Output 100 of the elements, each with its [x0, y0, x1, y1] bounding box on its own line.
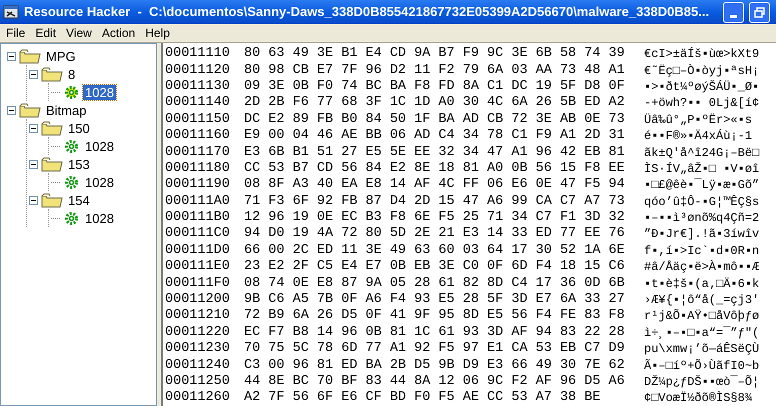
ascii-text: ì÷¸▪–▪□▪a“=¯”ƒ"( [644, 324, 760, 341]
ascii-text: DŽ¼p¿ƒDŠ▪▪œò¯–Õ¦ [644, 374, 760, 390]
menu-item[interactable]: View [62, 24, 96, 42]
hex-bytes: 80 63 49 3E B1 E4 CD 9A B7 F9 9C 3E 6B 58 74 39 [244, 46, 626, 62]
hex-bytes: 70 75 5C 78 6D 77 A1 92 F5 97 E1 CA 53 EB C7 D9 [244, 341, 626, 358]
hex-bytes: 44 8E BC 70 BF 83 44 8A 12 06 9C F2 AF 96 D5 A6 [244, 374, 626, 390]
hex-bytes: 12 96 19 0E EC B3 F8 6E F5 25 71 34 C7 F1 3D 32 [244, 210, 626, 226]
ascii-text: é▪▪F®»▪Ä4xÁù¡-1 [644, 128, 752, 144]
ascii-text: r¹j&Õ▪AŸ•□åVôþƒø [644, 308, 760, 324]
tree-item[interactable]: 8 [66, 66, 78, 82]
gear-icon [63, 174, 80, 190]
tree-item[interactable]: 150 [66, 120, 92, 136]
ascii-text: ÌS·ÍV„âŽ▪□ ▪V▪øî [644, 160, 760, 177]
hex-bytes: EC F7 B8 14 96 0B 81 1C 61 93 3D AF 94 83 22 28 [244, 324, 626, 341]
tree-item[interactable]: 1028 [83, 138, 116, 154]
ascii-text: ▪t▪è‡š▪(a‚□Ä▪6▪k [644, 276, 760, 292]
ascii-text: f▪,í▪>Ic`▪d▪0R▪n [644, 242, 760, 259]
ascii-text: ãk±Q'å^î24G¡–Bë□ [644, 144, 760, 161]
hex-bytes: DC E2 89 FB B0 84 50 1F BA AD CB 72 3E AB 0E 73 [244, 112, 626, 128]
offset-text: 00011210 [165, 308, 231, 324]
menu-item[interactable]: Edit [31, 24, 60, 42]
maximize-button[interactable] [749, 2, 770, 22]
folder-icon [41, 156, 63, 172]
offset-text: 000111C0 [165, 226, 231, 242]
ascii-text: €˜Ëç□–Ò▪òyj▪ªsH¡ [644, 62, 760, 79]
hex-bytes: C3 00 96 81 ED BA 2B D5 9B D9 E3 66 49 30 7E 62 [244, 358, 626, 374]
offset-text: 00011160 [165, 128, 231, 144]
hex-bytes: 08 8F A3 40 EA E8 14 AF 4C FF 06 E6 0E 47 F5 94 [244, 177, 626, 194]
tree-item[interactable]: 1028 [83, 84, 116, 100]
collapse-icon[interactable] [29, 70, 38, 78]
hex-bytes: 23 E2 2F C5 E4 E7 0B EB 3E C0 0F 6D F4 18 15 C6 [244, 259, 626, 276]
offset-text: 00011190 [165, 177, 231, 194]
menu-item[interactable]: File [2, 24, 30, 42]
restore-icon [754, 6, 765, 18]
gear-icon [63, 138, 80, 154]
menu-item[interactable]: Action [98, 24, 140, 42]
ascii-text: qóo’û‡Ô-▪G¦™ÊÇ§s [644, 194, 760, 210]
offset-text: 00011200 [165, 292, 231, 308]
folder-icon [41, 66, 63, 82]
hex-bytes: 72 B9 6A 26 D5 0F 41 9F 95 8D E5 56 F4 FE 83 F8 [244, 308, 626, 324]
minimize-button[interactable] [723, 2, 744, 22]
ascii-text: ”Ð▪Jr€].!ã▪3íwîv [644, 226, 760, 242]
offset-text: 00011130 [165, 78, 231, 95]
ascii-text: Ã▪–□íº+Õ›ÙãfI0~b [644, 358, 760, 374]
gear-icon [63, 210, 80, 226]
ascii-text: pu\xmw¡’õ—áÊSëÇÙ [644, 341, 760, 358]
collapse-icon[interactable] [7, 106, 16, 114]
app-icon [3, 4, 19, 20]
collapse-icon[interactable] [7, 52, 16, 60]
tree-item[interactable]: Bitmap [44, 102, 88, 118]
collapse-icon[interactable] [29, 124, 38, 132]
hex-bytes: E9 00 04 46 AE BB 06 AD C4 34 78 C1 F9 A1 2D 31 [244, 128, 626, 144]
offset-text: 00011220 [165, 324, 231, 341]
window-title: Resource Hacker - C:\documentos\Sanny-Daws_338D0B855421867732E05399A2D56670\malware_338D0B85... [24, 3, 710, 22]
tree-item[interactable]: 154 [66, 192, 92, 208]
ascii-text: Üâ‰û°„P▪ºËr>«▪s [644, 112, 752, 128]
folder-icon [19, 48, 41, 64]
folder-icon [19, 102, 41, 118]
menu-item[interactable]: Help [141, 24, 174, 42]
offset-text: 00011230 [165, 341, 231, 358]
hex-bytes: 94 D0 19 4A 72 80 5D 2E 21 E3 14 33 ED 77 EE 76 [244, 226, 626, 242]
collapse-icon[interactable] [29, 196, 38, 204]
hex-bytes: 08 74 0E E8 87 9A 05 28 61 82 8D C4 17 36 0D 6B [244, 276, 626, 292]
hex-bytes: CC 53 B7 CD 56 84 E2 8E 18 81 A0 0B 56 15 F8 EE [244, 160, 626, 177]
hex-bytes: 71 F3 6F 92 FB 87 D4 2D 15 47 A6 99 CA C7 A7 73 [244, 194, 626, 210]
hex-bytes: 80 98 CB E7 7F 96 D2 11 F2 79 6A 03 AA 73 48 A1 [244, 62, 626, 79]
ascii-text: ¢□VoæÏ½ðõ®ÌS§8¾ [644, 390, 752, 406]
ascii-text: €cI>±äÍš▪ùœ>kXt9 [644, 46, 760, 62]
ascii-text: ▪□£@êè▪¯Lÿ▪æ▪Gõ” [644, 177, 760, 194]
folder-icon [41, 192, 63, 208]
offset-text: 00011170 [165, 144, 231, 161]
tree-item[interactable]: 1028 [83, 210, 116, 226]
gear-icon [63, 84, 80, 100]
hex-bytes: 66 00 2C ED 11 3E 49 63 60 03 64 17 30 52 1A 6E [244, 242, 626, 259]
hex-bytes: 09 3E 0B F0 74 BC BA F8 FD 8A C1 DC 19 5F D8 0F [244, 78, 626, 95]
ascii-text: ›Æ¥{▪¦ô“å(_=çj3' [644, 292, 760, 308]
offset-text: 00011250 [165, 374, 231, 390]
offset-text: 00011240 [165, 358, 231, 374]
tree-item[interactable]: 1028 [83, 174, 116, 190]
hex-bytes: E3 6B B1 51 27 E5 5E EE 32 34 47 A1 96 42 EB 81 [244, 144, 626, 161]
offset-text: 00011150 [165, 112, 231, 128]
ascii-text: ▪–▪▪ì³ønõ%q4Çñ=2 [644, 210, 760, 226]
offset-text: 000111F0 [165, 276, 231, 292]
ascii-text: ▪>▪ðt¼ºøýŠÁÜ▪_Ø▪ [644, 78, 760, 95]
hex-bytes: A2 7F 56 6F E6 CF BD F0 F5 AE CC 53 A7 38 BE [244, 390, 602, 406]
ascii-text: #â/Åäç▪ë>À▪mô▪▪Æ [644, 259, 760, 276]
tree-item[interactable]: 153 [66, 156, 92, 172]
offset-text: 000111A0 [165, 194, 231, 210]
ascii-text: -+öwh?▪▪ 0Lj&[í¢ [644, 95, 760, 112]
folder-icon [41, 120, 63, 136]
offset-text: 00011120 [165, 62, 231, 79]
offset-text: 00011180 [165, 160, 231, 177]
offset-text: 000111D0 [165, 242, 231, 259]
collapse-icon[interactable] [29, 160, 38, 168]
tree-item[interactable]: MPG [44, 48, 78, 64]
hex-bytes: 9B C6 A5 7B 0F A6 F4 93 E5 28 5F 3D E7 6A 33 27 [244, 292, 626, 308]
offset-text: 00011110 [165, 46, 231, 62]
offset-text: 00011140 [165, 95, 231, 112]
offset-text: 000111B0 [165, 210, 231, 226]
hex-bytes: 2D 2B F6 77 68 3F 1C 1D A0 30 4C 6A 26 5B ED A2 [244, 95, 626, 112]
